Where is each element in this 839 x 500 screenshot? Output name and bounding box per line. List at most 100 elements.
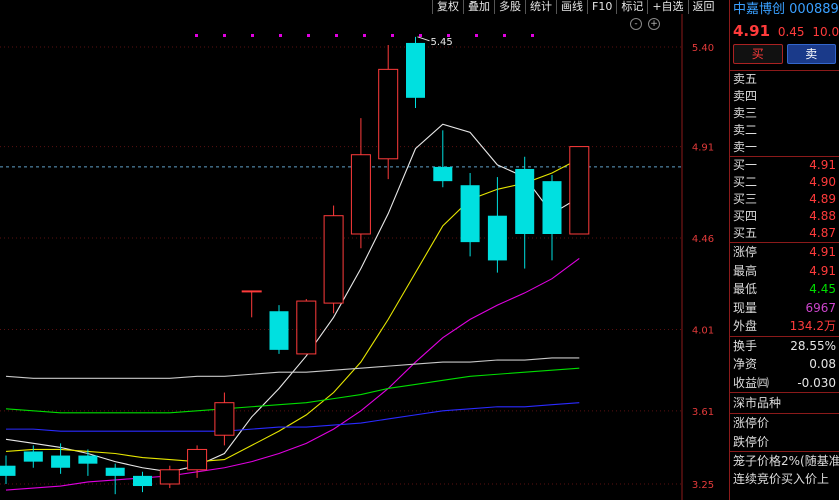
limit-prices: 涨停价 跌停价 (730, 414, 839, 451)
price-row: 4.91 0.45 10.09% (730, 20, 839, 42)
price-tick-label: 4.01 (692, 326, 714, 337)
bids-row: 买五 4.87 (730, 225, 839, 242)
stats-row: 最高 4.91 (730, 262, 839, 281)
row-label: 换手 (733, 338, 758, 353)
row-label: 买二 (733, 175, 758, 189)
toolbar-button-6[interactable]: 标记 (616, 0, 647, 14)
candlestick-chart[interactable]: 5.40 4.91 4.46 4.01 3.61 3.25 5.45 - + (0, 14, 728, 500)
price-tick-label: 5.40 (692, 43, 714, 54)
toolbar-button-1[interactable]: 叠加 (463, 0, 494, 14)
candle-body (241, 290, 262, 293)
row-label: 最低 (733, 282, 758, 296)
stats2-row: 收益㈣ -0.030 (730, 374, 839, 393)
stats-row: 涨停 4.91 (730, 243, 839, 262)
signal-marker (279, 34, 282, 37)
stats-block: 涨停 4.91 最高 4.91 最低 4.45 现量 6967 外盘 134.2万 (730, 243, 839, 336)
current-price: 4.91 (733, 22, 771, 40)
candle-body (23, 451, 43, 462)
row-value: 4.91 (809, 245, 836, 259)
candle-body (433, 166, 453, 182)
row-value: 4.87 (809, 226, 836, 240)
row-value: 134.2万 (789, 319, 836, 333)
row-label: 外盘 (733, 319, 758, 333)
price-change: 0.45 (777, 25, 805, 39)
candle-body (460, 185, 480, 243)
candle-body (159, 469, 180, 485)
bids-row: 买四 4.88 (730, 208, 839, 225)
candle-body (133, 475, 152, 487)
price-tick-label: 4.46 (692, 234, 714, 245)
ma-line-3 (5, 367, 580, 414)
limit-label: 涨停价 (733, 416, 770, 430)
toolbar-button-2[interactable]: 多股 (494, 0, 525, 14)
ma-line-0 (5, 123, 580, 473)
bid-book: 买一 4.91 买二 4.90 买三 4.89 买四 4.88 买五 4.87 (730, 157, 839, 242)
signal-marker (223, 34, 226, 37)
candle-body (406, 42, 425, 98)
bids-row: 买二 4.90 (730, 174, 839, 191)
candle-body (487, 215, 507, 261)
row-value: 4.45 (809, 282, 836, 296)
candle-body (378, 68, 399, 160)
row-value: -0.030 (797, 375, 836, 390)
row-label: 买一 (733, 158, 758, 172)
price-tick-label: 3.61 (692, 407, 714, 418)
sell-button[interactable]: 卖 (786, 44, 836, 64)
zoom-out-icon[interactable]: - (630, 18, 642, 30)
candle-body (323, 215, 344, 304)
candle-body (214, 402, 235, 436)
limit-row: 涨停价 (730, 414, 839, 433)
row-value: 4.91 (809, 158, 836, 172)
buy-button[interactable]: 买 (733, 44, 783, 64)
signal-marker (531, 34, 534, 37)
row-value: 4.89 (809, 192, 836, 206)
candle-body (542, 181, 562, 234)
candle-body (78, 455, 98, 464)
candle-body (269, 311, 289, 350)
bids-row: 买三 4.89 (730, 191, 839, 208)
asks-row: 卖三 (730, 105, 839, 122)
candle-body (51, 455, 71, 468)
candle-body (296, 300, 317, 355)
zoom-in-icon[interactable]: + (648, 18, 660, 30)
price-tick-label: 3.25 (692, 480, 714, 491)
quote-panel: 中嘉博创 000889 4.91 0.45 10.09% 买 卖 卖五卖四卖三卖… (729, 0, 839, 500)
toolbar-button-4[interactable]: 画线 (556, 0, 587, 14)
stats2-row: 净资 0.08 (730, 355, 839, 374)
row-label: 卖四 (733, 89, 758, 103)
row-value: 4.90 (809, 175, 836, 189)
signal-marker (391, 34, 394, 37)
stats2-row: 换手 28.55% (730, 337, 839, 356)
row-value: 4.88 (809, 209, 836, 223)
candle-body (0, 465, 16, 476)
toolbar-button-8[interactable]: 返回 (687, 0, 719, 14)
row-value: 6967 (805, 300, 836, 315)
row-label: 最高 (733, 263, 758, 278)
asks-row: 卖五 (730, 71, 839, 88)
row-label: 卖五 (733, 72, 758, 86)
signal-marker (419, 34, 422, 37)
signal-marker (195, 34, 198, 37)
stats-row: 现量 6967 (730, 299, 839, 318)
chart-canvas: 5.40 4.91 4.46 4.01 3.61 3.25 5.45 (0, 14, 714, 500)
ask-book: 卖五 卖四 卖三 卖二 卖一 (730, 71, 839, 156)
asks-row: 卖二 (730, 122, 839, 139)
toolbar-button-0[interactable]: 复权 (432, 0, 463, 14)
signal-marker (251, 34, 254, 37)
asks-row: 卖四 (730, 88, 839, 105)
signal-marker (475, 34, 478, 37)
stock-header[interactable]: 中嘉博创 000889 (730, 0, 839, 20)
signal-marker (363, 34, 366, 37)
row-label: 买五 (733, 226, 758, 240)
signal-marker (335, 34, 338, 37)
note-line: 连续竞价买入价上 (733, 472, 830, 486)
toolbar-button-5[interactable]: F10 (587, 0, 616, 14)
trade-buttons: 买 卖 (730, 42, 839, 66)
stats-row: 最低 4.45 (730, 280, 839, 299)
toolbar-button-3[interactable]: 统计 (525, 0, 556, 14)
price-change-pct: 10.09% (812, 25, 839, 39)
signal-marker (307, 34, 310, 37)
toolbar-button-7[interactable]: +自选 (647, 0, 687, 14)
candle-body (105, 467, 125, 476)
row-label: 净资 (733, 357, 758, 371)
